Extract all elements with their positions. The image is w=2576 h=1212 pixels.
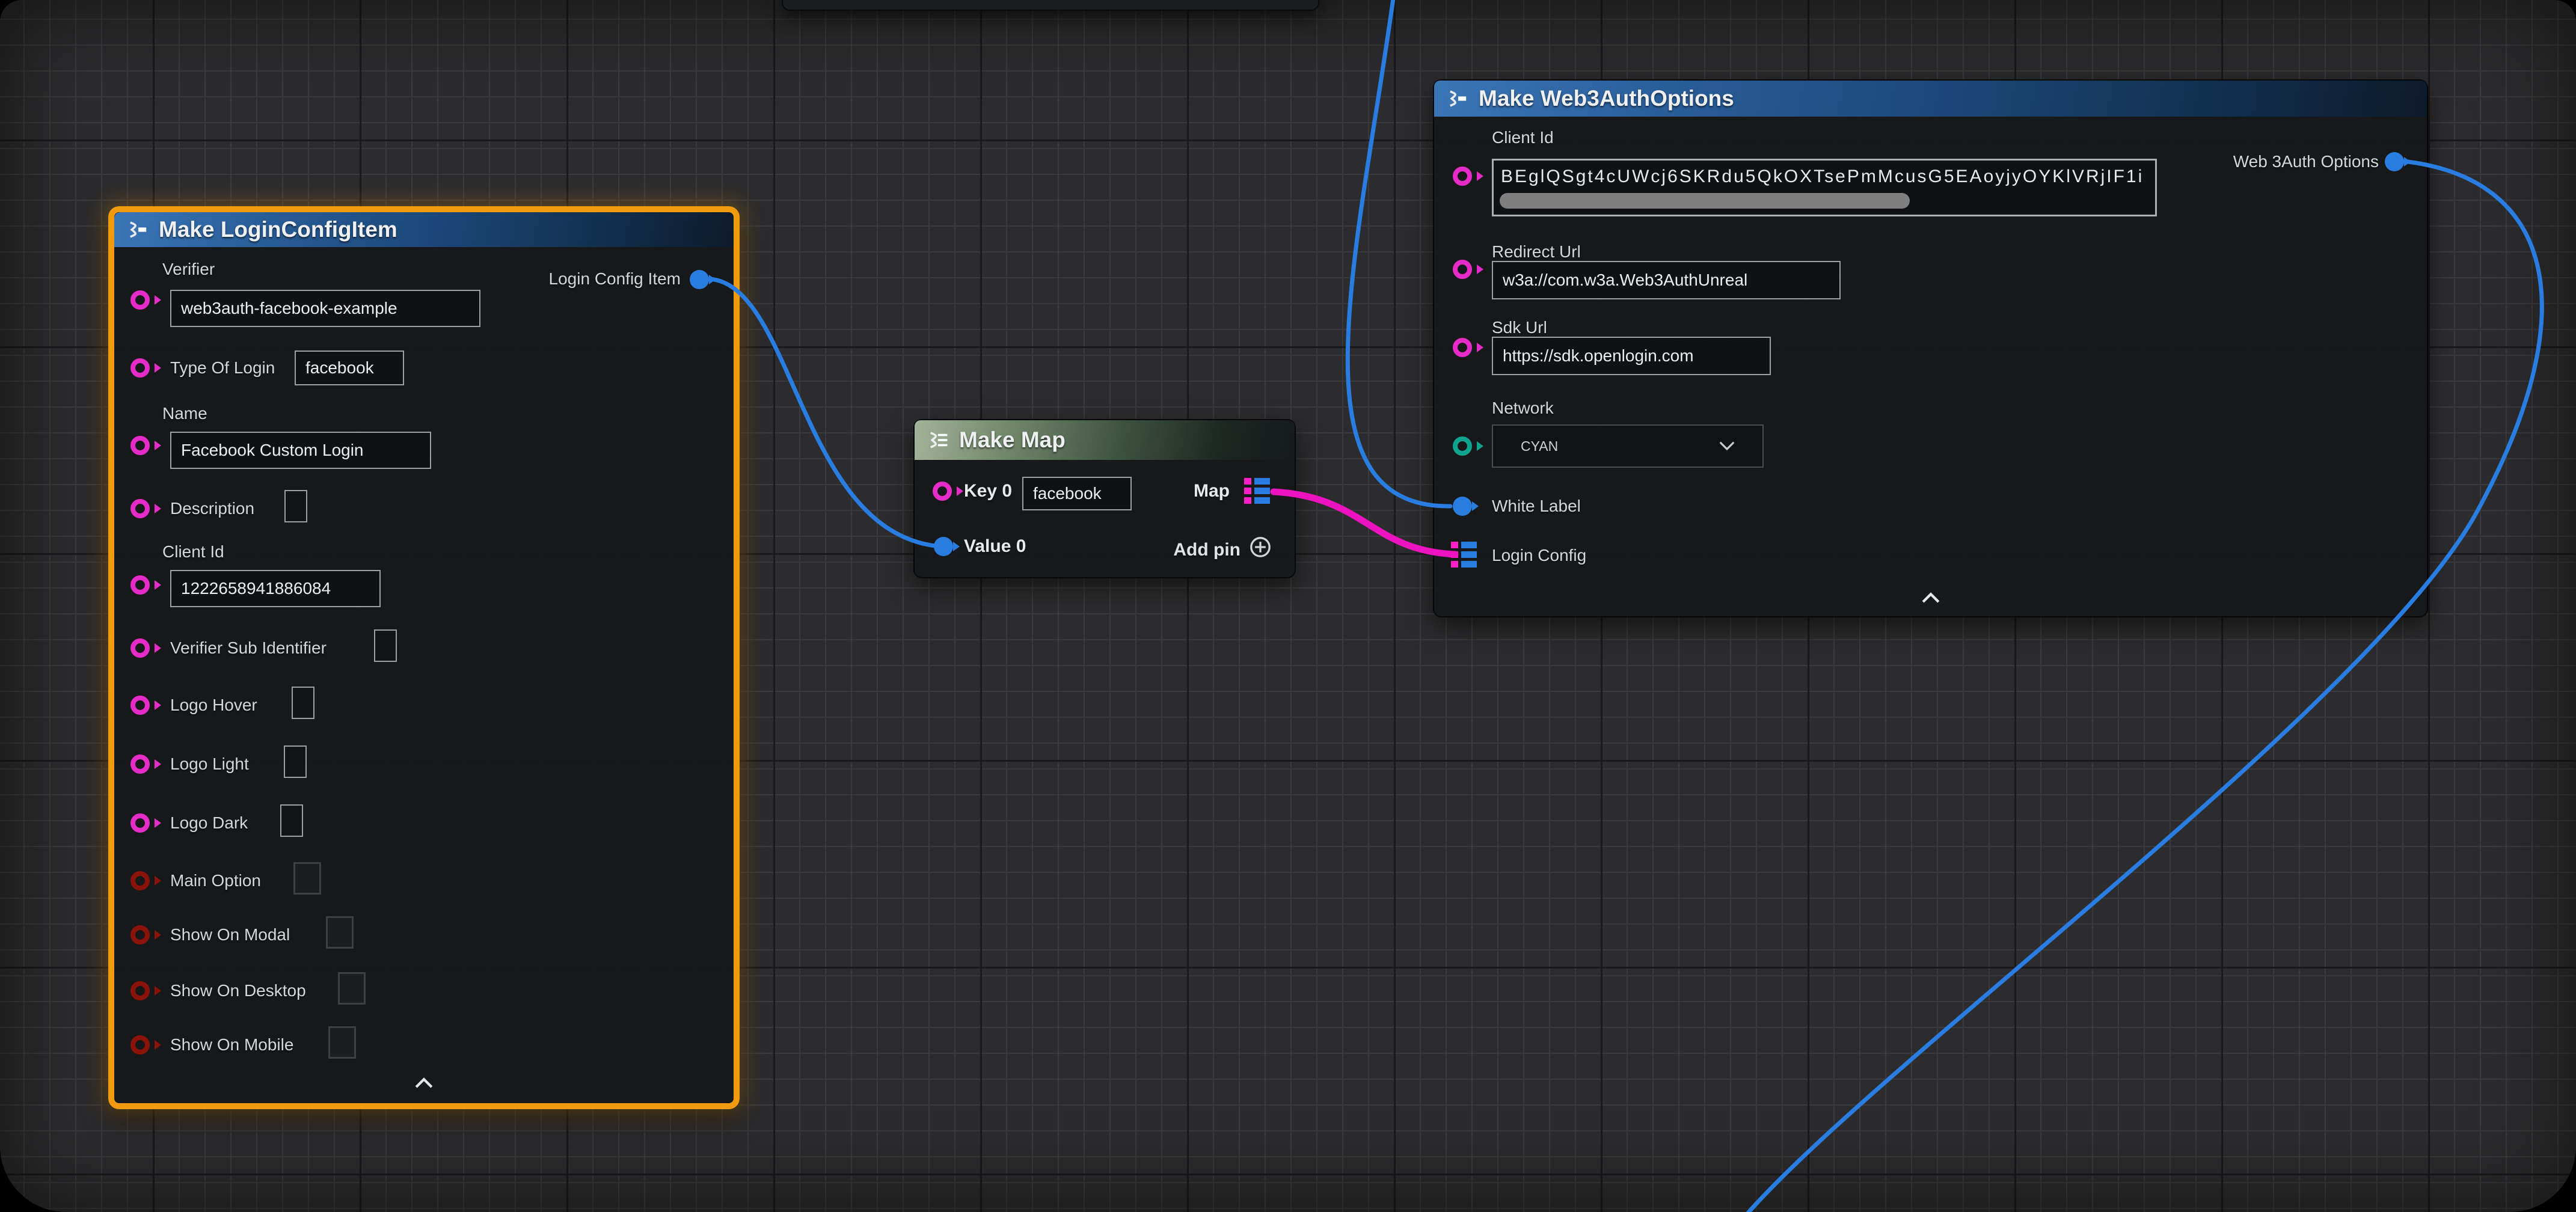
show-on-modal-checkbox[interactable] [326,916,354,949]
input-pin-show-on-mobile[interactable] [130,1035,150,1054]
type-of-login-field[interactable]: facebook [295,350,404,385]
node-header-make-loginconfigitem[interactable]: Make LoginConfigItem [114,212,734,247]
chevron-up-icon [413,1077,435,1089]
sdk-url-field[interactable]: https://sdk.openlogin.com [1492,337,1771,375]
logo-light-field[interactable] [284,745,307,778]
output-pin-label: Web 3Auth Options [2233,153,2379,171]
pin-label-verifier: Verifier [162,260,215,278]
pin-label-main-option: Main Option [170,872,261,890]
input-pin-name[interactable] [130,436,150,455]
input-pin-logo-hover[interactable] [130,696,150,715]
pin-label-show-on-mobile: Show On Mobile [170,1036,293,1054]
pin-label-logo-hover: Logo Hover [170,696,257,714]
verifier-field[interactable]: web3auth-facebook-example [170,290,480,327]
network-selected-value: CYAN [1521,438,1558,454]
input-pin-main-option[interactable] [130,871,150,890]
pin-label-white-label: White Label [1492,497,1581,515]
input-pin-verifier[interactable] [130,290,150,310]
chevron-up-icon [1920,592,1942,604]
show-on-desktop-checkbox[interactable] [338,972,366,1005]
pin-label-name: Name [162,405,207,423]
pin-label-sdk-url: Sdk Url [1492,319,1547,337]
output-pin-login-config-item[interactable] [690,270,709,289]
input-pin-client-id[interactable] [130,575,150,595]
make-struct-icon [1447,90,1469,108]
collapse-node-button[interactable] [1920,592,1942,607]
show-on-mobile-checkbox[interactable] [328,1026,356,1059]
pin-label-logo-light: Logo Light [170,755,249,773]
output-pin-map[interactable] [1244,478,1271,504]
client-id-value: BEglQSgt4cUWcj6SKRdu5QkOXTsePmMcusG5EAoy… [1501,167,2144,186]
logo-hover-field[interactable] [292,687,314,719]
node-title: Make LoginConfigItem [159,217,397,242]
node-header-make-map[interactable]: Make Map [915,420,1295,460]
input-pin-redirect-url[interactable] [1453,260,1472,279]
output-pin-label: Login Config Item [549,270,681,288]
pin-label-redirect-url: Redirect Url [1492,243,1581,261]
description-field[interactable] [284,490,307,522]
input-pin-logo-light[interactable] [130,754,150,774]
input-pin-login-config[interactable] [1451,542,1477,568]
network-dropdown[interactable]: CYAN [1492,424,1764,468]
client-id-field[interactable]: 1222658941886084 [170,570,381,607]
pin-label-client-id: Client Id [162,543,224,561]
wire-login-config-item-to-value0[interactable] [710,279,936,546]
input-pin-show-on-desktop[interactable] [130,981,150,1000]
add-pin-label: Add pin [1173,540,1240,560]
collapse-node-button[interactable] [413,1077,435,1092]
node-make-loginconfigitem[interactable]: Make LoginConfigItem Login Config Item V… [108,206,740,1109]
pin-label-show-on-modal: Show On Modal [170,926,290,944]
output-pin-web3auth-options[interactable] [2385,152,2404,171]
input-pin-network[interactable] [1453,436,1472,456]
node-header-make-web3authoptions[interactable]: Make Web3AuthOptions [1434,81,2427,117]
input-pin-show-on-modal[interactable] [130,925,150,944]
client-id-field[interactable]: BEglQSgt4cUWcj6SKRdu5QkOXTsePmMcusG5EAoy… [1492,159,2157,216]
node-title: Make Map [959,427,1066,453]
main-option-checkbox[interactable] [293,862,321,895]
input-pin-logo-dark[interactable] [130,813,150,833]
verifier-sub-identifier-field[interactable] [374,629,397,662]
circle-plus-icon[interactable] [1249,536,1272,559]
pin-label-show-on-desktop: Show On Desktop [170,982,306,1000]
make-map-icon [928,431,949,449]
pin-label-type-of-login: Type Of Login [170,359,275,377]
horizontal-scrollbar[interactable] [1500,193,1910,209]
chevron-down-icon [1718,441,1736,451]
name-field[interactable]: Facebook Custom Login [170,432,431,469]
pin-label-login-config: Login Config [1492,546,1586,565]
pin-label-verifier-sub-identifier: Verifier Sub Identifier [170,639,327,657]
pin-label-network: Network [1492,399,1554,417]
pin-label-client-id: Client Id [1492,129,1554,147]
input-pin-client-id[interactable] [1453,167,1472,186]
node-title: Make Web3AuthOptions [1479,86,1734,111]
blueprint-graph-canvas[interactable]: Make LoginConfigItem Login Config Item V… [0,0,2576,1212]
input-pin-white-label[interactable] [1453,497,1472,516]
input-pin-sdk-url[interactable] [1453,338,1472,357]
pin-label-value-0: Value 0 [964,537,1026,556]
input-pin-type-of-login[interactable] [130,358,150,378]
node-make-map[interactable]: Make Map Key 0 facebook Map Value 0 Add … [913,419,1296,578]
redirect-url-field[interactable]: w3a://com.w3a.Web3AuthUnreal [1492,261,1841,299]
output-pin-label: Map [1194,482,1230,500]
input-pin-description[interactable] [130,499,150,518]
pin-label-logo-dark: Logo Dark [170,814,248,832]
logo-dark-field[interactable] [280,804,303,837]
pin-label-description: Description [170,500,254,518]
input-pin-verifier-sub-identifier[interactable] [130,638,150,658]
node-make-web3authoptions[interactable]: Make Web3AuthOptions Web 3Auth Options C… [1433,79,2428,617]
node-partial-offscreen-top[interactable] [782,0,1319,11]
add-pin-button[interactable]: Add pin [1173,540,1240,560]
pin-label-key-0: Key 0 [964,482,1012,500]
key-0-field[interactable]: facebook [1022,477,1132,510]
input-pin-key-0[interactable] [933,482,952,501]
make-struct-icon [127,221,149,239]
input-pin-value-0[interactable] [934,537,953,556]
wire-map-to-login-config[interactable] [1274,492,1455,554]
